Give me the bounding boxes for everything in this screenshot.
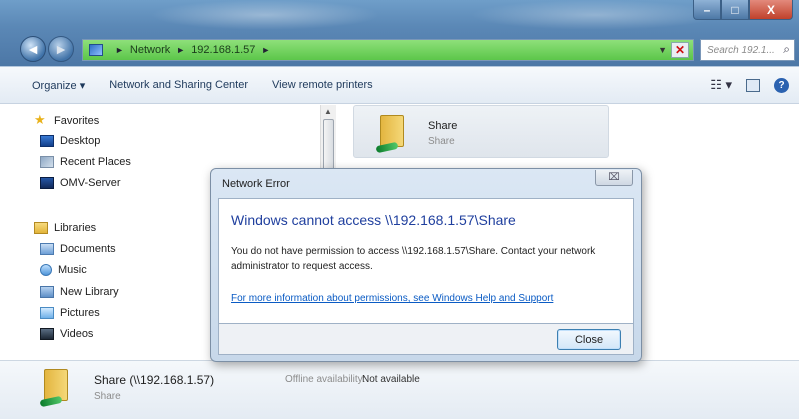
star-icon: ★ <box>34 112 46 127</box>
pictures-icon <box>40 307 54 319</box>
title-bar-glow <box>470 0 720 30</box>
change-view-icon[interactable]: ☷ ▾ <box>710 77 732 93</box>
toolbar-right-group: ☷ ▾ ? <box>710 77 789 93</box>
title-bar: – □ X ◄ ► ► Network ► 192.168.1.57 ► ▼ ✕… <box>0 0 799 66</box>
breadcrumb-separator: ► <box>115 45 124 55</box>
close-window-button[interactable]: X <box>749 0 793 20</box>
organize-menu[interactable]: Organize ▾ <box>32 79 85 92</box>
breadcrumb-network[interactable]: Network <box>130 44 170 56</box>
back-button[interactable]: ◄ <box>20 36 46 62</box>
details-item-name: Share (\\192.168.1.57) <box>94 373 215 387</box>
music-icon <box>40 264 52 276</box>
dialog-title: Network Error <box>222 178 290 190</box>
search-input[interactable]: Search 192.1... ⌕ <box>700 39 795 61</box>
sidebar-item-label: Pictures <box>60 307 100 319</box>
network-folder-icon <box>375 115 410 154</box>
address-dropdown-icon[interactable]: ▼ <box>658 45 667 55</box>
stop-loading-icon[interactable]: ✕ <box>671 42 689 58</box>
folder-type: Share <box>428 136 455 147</box>
sidebar-item-libraries[interactable]: Libraries <box>34 222 96 234</box>
window-controls: – □ X <box>693 0 793 20</box>
network-folder-icon <box>39 369 74 408</box>
preview-pane-icon[interactable] <box>746 78 760 92</box>
dialog-footer: Close <box>218 324 634 355</box>
offline-availability-value: Not available <box>362 374 420 385</box>
sidebar-item-omv-server[interactable]: OMV-Server <box>40 177 121 189</box>
network-error-dialog: Network Error ⌧ Windows cannot access \\… <box>210 168 642 362</box>
help-link[interactable]: For more information about permissions, … <box>231 293 553 304</box>
help-icon[interactable]: ? <box>774 77 789 93</box>
sidebar-item-label: New Library <box>60 286 119 298</box>
sidebar-item-documents[interactable]: Documents <box>40 243 116 255</box>
address-bar[interactable]: ► Network ► 192.168.1.57 ► ▼ ✕ <box>82 39 694 61</box>
sidebar-item-label: Documents <box>60 243 116 255</box>
sidebar-item-recent-places[interactable]: Recent Places <box>40 156 131 168</box>
offline-availability-label: Offline availability: <box>285 374 366 385</box>
details-pane: Share (\\192.168.1.57) Offline availabil… <box>0 360 799 419</box>
videos-icon <box>40 328 54 340</box>
breadcrumb-separator: ► <box>176 45 186 55</box>
sidebar-item-desktop[interactable]: Desktop <box>40 135 100 147</box>
sidebar-item-favorites[interactable]: ★ Favorites <box>34 112 100 128</box>
close-button[interactable]: Close <box>557 329 621 350</box>
scroll-up-icon[interactable]: ▲ <box>324 107 333 116</box>
desktop-icon <box>40 135 54 147</box>
libraries-icon <box>34 222 48 234</box>
library-icon <box>40 286 54 298</box>
sidebar-item-music[interactable]: Music <box>40 264 87 276</box>
minimize-button[interactable]: – <box>693 0 721 20</box>
breadcrumb-separator: ► <box>261 45 271 55</box>
sidebar-item-videos[interactable]: Videos <box>40 328 93 340</box>
view-remote-printers-button[interactable]: View remote printers <box>272 79 373 91</box>
sidebar-item-new-library[interactable]: New Library <box>40 286 119 298</box>
search-placeholder: Search 192.1... <box>707 44 775 56</box>
folder-name: Share <box>428 120 458 132</box>
dialog-heading: Windows cannot access \\192.168.1.57\Sha… <box>231 212 516 228</box>
network-icon <box>89 44 103 56</box>
sidebar-item-label: OMV-Server <box>60 177 121 189</box>
command-toolbar: Organize ▾ Network and Sharing Center Vi… <box>0 66 799 104</box>
search-icon[interactable]: ⌕ <box>783 42 790 57</box>
dialog-close-icon[interactable]: ⌧ <box>595 170 633 186</box>
sidebar-item-label: Videos <box>60 328 94 340</box>
network-sharing-center-button[interactable]: Network and Sharing Center <box>109 79 248 91</box>
forward-button[interactable]: ► <box>48 36 74 62</box>
maximize-button[interactable]: □ <box>721 0 749 20</box>
share-folder-tile[interactable]: Share Share <box>353 105 609 158</box>
documents-icon <box>40 243 54 255</box>
sidebar-item-label: Desktop <box>60 135 101 147</box>
sidebar-item-label: Music <box>58 264 87 276</box>
title-bar-glow <box>150 0 380 30</box>
sidebar-item-label: Favorites <box>54 115 100 127</box>
sidebar-item-label: Libraries <box>54 222 97 234</box>
server-icon <box>40 177 54 189</box>
recent-places-icon <box>40 156 54 168</box>
sidebar-item-pictures[interactable]: Pictures <box>40 307 100 319</box>
details-item-type: Share <box>94 391 121 402</box>
breadcrumb-host[interactable]: 192.168.1.57 <box>191 44 255 56</box>
sidebar-item-label: Recent Places <box>60 156 131 168</box>
dialog-message: You do not have permission to access \\1… <box>231 246 596 272</box>
dialog-body: Windows cannot access \\192.168.1.57\Sha… <box>218 198 634 324</box>
